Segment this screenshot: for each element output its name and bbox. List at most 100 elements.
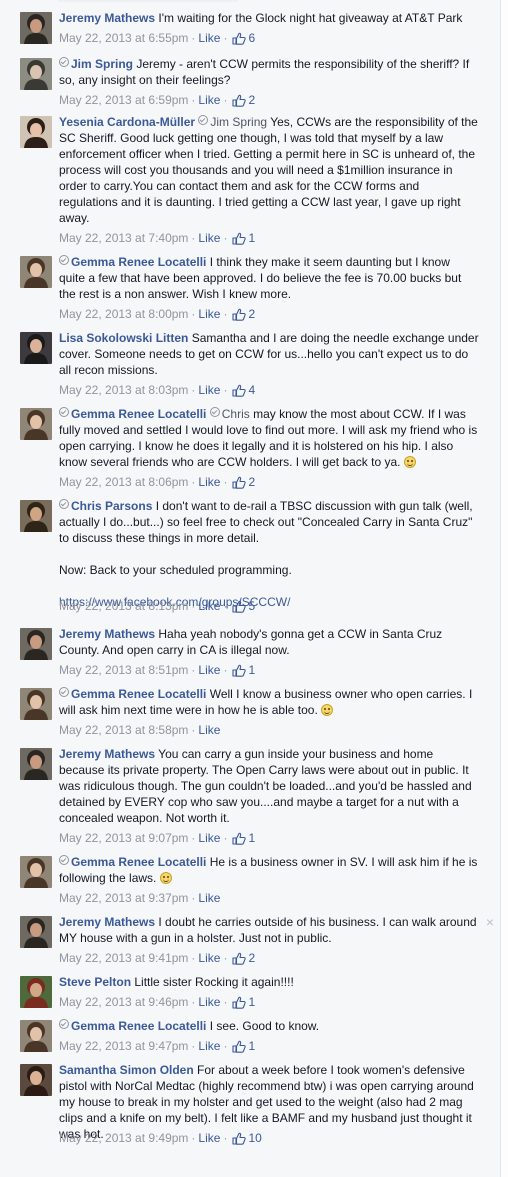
separator-dot: ·	[191, 663, 196, 677]
avatar[interactable]	[20, 688, 52, 720]
like-count[interactable]: 1	[227, 1039, 255, 1053]
comment-meta: May 22, 2013 at 8:13pm · Like · 5	[59, 598, 255, 614]
thumbs-up-icon	[232, 94, 247, 107]
like-count-number: 6	[248, 31, 256, 45]
like-count[interactable]: 6	[227, 31, 255, 45]
like-button[interactable]: Like	[198, 831, 220, 845]
like-count[interactable]: 10	[227, 1131, 262, 1145]
like-button[interactable]: Like	[198, 951, 220, 965]
comment-author[interactable]: Yesenia Cardona-Müller	[59, 115, 195, 129]
thumbs-up-icon	[232, 952, 247, 965]
comment-author[interactable]: Jim Spring	[71, 57, 133, 71]
avatar[interactable]	[20, 256, 52, 288]
like-button[interactable]: Like	[198, 93, 220, 107]
like-button[interactable]: Like	[198, 599, 220, 613]
comment: Jim Spring Jeremy - aren't CCW permits t…	[0, 56, 500, 110]
avatar[interactable]	[20, 916, 52, 948]
comment-timestamp[interactable]: May 22, 2013 at 9:46pm	[59, 995, 188, 1009]
scrollbar[interactable]	[500, 0, 508, 1177]
comment-message: Yes, CCWs are the responsibility of the …	[59, 115, 478, 225]
like-count-number: 2	[248, 951, 256, 965]
like-count[interactable]: 2	[227, 307, 255, 321]
thumbs-up-icon	[232, 232, 247, 245]
close-icon[interactable]: ×	[484, 915, 496, 929]
comment-author[interactable]: Samantha Simon Olden	[59, 1063, 194, 1077]
comment-timestamp[interactable]: May 22, 2013 at 9:07pm	[59, 831, 188, 845]
avatar[interactable]	[20, 58, 52, 90]
comment-timestamp[interactable]: May 22, 2013 at 9:37pm	[59, 891, 188, 905]
comment-timestamp[interactable]: May 22, 2013 at 7:40pm	[59, 231, 188, 245]
like-count[interactable]: 2	[227, 475, 255, 489]
like-count[interactable]: 5	[227, 599, 255, 613]
previous-comment-edge	[0, 0, 500, 4]
mention-link[interactable]: Chris	[222, 407, 250, 421]
like-count[interactable]: 1	[227, 663, 255, 677]
comment-timestamp[interactable]: May 22, 2013 at 9:47pm	[59, 1039, 188, 1053]
comment-author[interactable]: Gemma Renee Locatelli	[71, 687, 206, 701]
like-count[interactable]: 4	[227, 383, 255, 397]
comment: Gemma Renee Locatelli Chris may know the…	[0, 406, 500, 492]
comment-body: Gemma Renee Locatelli He is a business o…	[59, 854, 479, 905]
like-button[interactable]: Like	[198, 995, 220, 1009]
comment-author[interactable]: Chris Parsons	[71, 499, 152, 513]
like-count[interactable]: 1	[227, 231, 255, 245]
comment-timestamp[interactable]: May 22, 2013 at 8:51pm	[59, 663, 188, 677]
like-count[interactable]: 1	[227, 995, 255, 1009]
comment-author[interactable]: Jeremy Mathews	[59, 11, 155, 25]
comment-author[interactable]: Gemma Renee Locatelli	[71, 407, 206, 421]
comment-author[interactable]: Lisa Sokolowski Litten	[59, 331, 188, 345]
like-button[interactable]: Like	[198, 891, 220, 905]
comment-meta: May 22, 2013 at 9:37pm · Like	[59, 890, 220, 906]
comment-timestamp[interactable]: May 22, 2013 at 8:06pm	[59, 475, 188, 489]
comment-author[interactable]: Jeremy Mathews	[59, 627, 155, 641]
comment-author[interactable]: Jeremy Mathews	[59, 915, 155, 929]
comment-timestamp[interactable]: May 22, 2013 at 8:03pm	[59, 383, 188, 397]
comment-timestamp[interactable]: May 22, 2013 at 6:55pm	[59, 31, 188, 45]
comment-timestamp[interactable]: May 22, 2013 at 8:00pm	[59, 307, 188, 321]
like-button[interactable]: Like	[198, 723, 220, 737]
like-button[interactable]: Like	[198, 231, 220, 245]
avatar[interactable]	[20, 1064, 52, 1096]
comment-author[interactable]: Gemma Renee Locatelli	[71, 855, 206, 869]
comment-timestamp[interactable]: May 22, 2013 at 9:49pm	[59, 1131, 188, 1145]
avatar[interactable]	[20, 500, 52, 532]
separator-dot: ·	[191, 475, 196, 489]
comment-body: Jim Spring Jeremy - aren't CCW permits t…	[59, 56, 479, 107]
comment: Steve Pelton Little sister Rocking it ag…	[0, 974, 500, 1012]
thumbs-up-icon	[232, 664, 247, 677]
comment-timestamp[interactable]: May 22, 2013 at 8:58pm	[59, 723, 188, 737]
comment-text: Gemma Renee Locatelli Chris may know the…	[59, 406, 479, 470]
comment-timestamp[interactable]: May 22, 2013 at 6:59pm	[59, 93, 188, 107]
avatar[interactable]	[20, 332, 52, 364]
comment-timestamp[interactable]: May 22, 2013 at 9:41pm	[59, 951, 188, 965]
avatar[interactable]	[20, 748, 52, 780]
comment-author[interactable]: Gemma Renee Locatelli	[71, 1019, 206, 1033]
comment-timestamp[interactable]: May 22, 2013 at 8:13pm	[59, 599, 188, 613]
comment-text: Jeremy Mathews You can carry a gun insid…	[59, 746, 479, 826]
like-button[interactable]: Like	[198, 383, 220, 397]
verified-badge-icon	[59, 255, 69, 265]
avatar[interactable]	[20, 856, 52, 888]
comment-meta: May 22, 2013 at 8:06pm · Like · 2	[59, 474, 255, 490]
like-button[interactable]: Like	[198, 1131, 220, 1145]
like-button[interactable]: Like	[198, 475, 220, 489]
avatar[interactable]	[20, 408, 52, 440]
avatar[interactable]	[20, 116, 52, 148]
like-count[interactable]: 2	[227, 951, 255, 965]
like-button[interactable]: Like	[198, 663, 220, 677]
avatar[interactable]	[20, 1020, 52, 1052]
like-count[interactable]: 2	[227, 93, 255, 107]
comment-body: Gemma Renee Locatelli I see. Good to kno…	[59, 1018, 479, 1053]
avatar[interactable]	[20, 12, 52, 44]
like-button[interactable]: Like	[198, 31, 220, 45]
like-count[interactable]: 1	[227, 831, 255, 845]
like-button[interactable]: Like	[198, 307, 220, 321]
comment-meta: May 22, 2013 at 7:40pm · Like · 1	[59, 230, 255, 246]
comment-author[interactable]: Jeremy Mathews	[59, 747, 155, 761]
avatar[interactable]	[20, 628, 52, 660]
avatar[interactable]	[20, 976, 52, 1008]
like-button[interactable]: Like	[198, 1039, 220, 1053]
comment-author[interactable]: Gemma Renee Locatelli	[71, 255, 206, 269]
mention-link[interactable]: Jim Spring	[210, 115, 267, 129]
comment-author[interactable]: Steve Pelton	[59, 975, 131, 989]
